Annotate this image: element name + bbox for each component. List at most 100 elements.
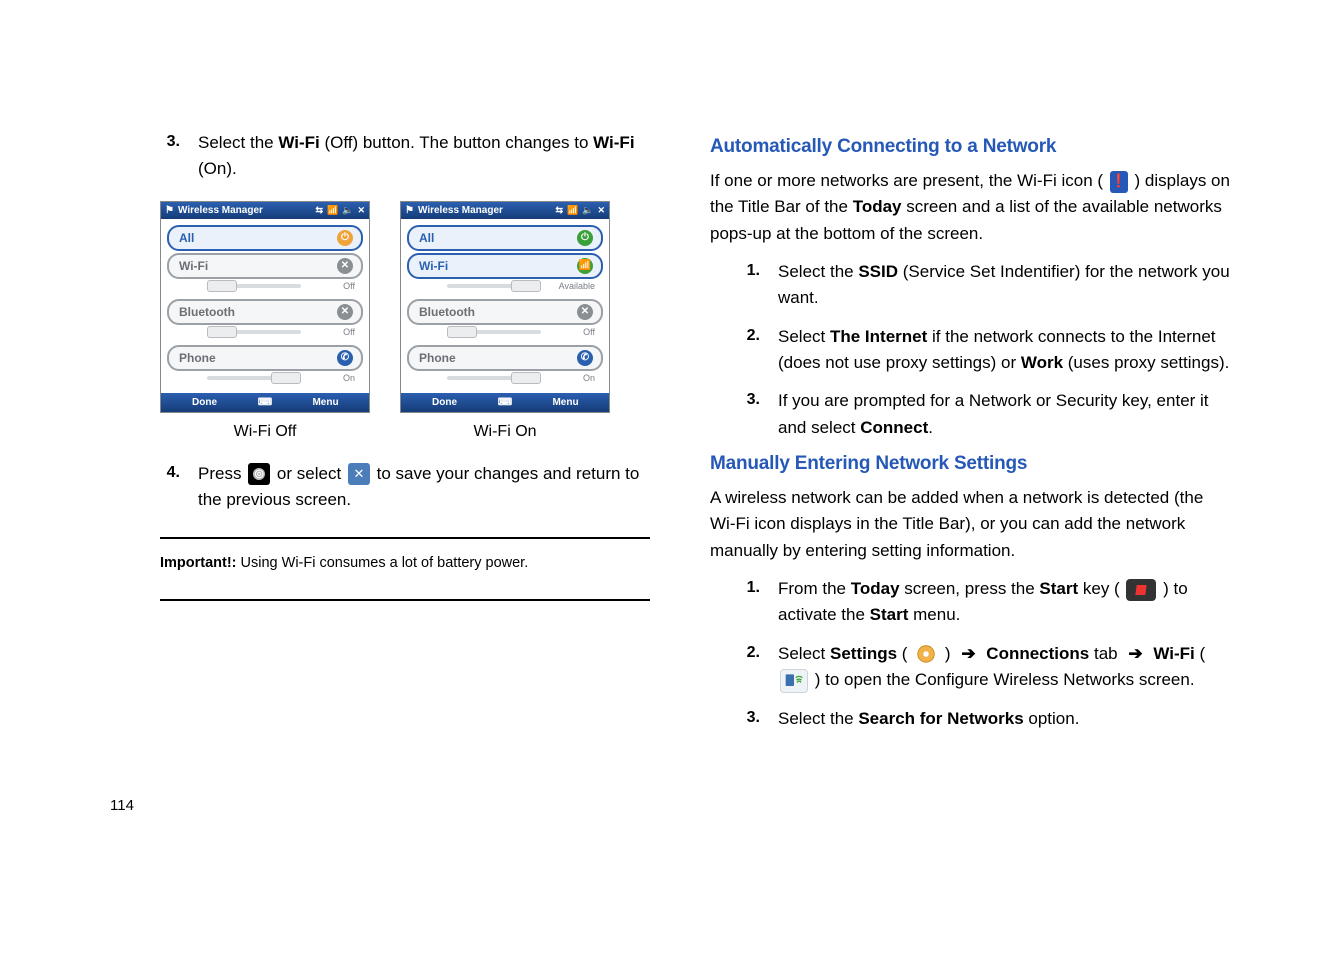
slider-label: On (547, 373, 595, 383)
menu-button[interactable]: Menu (522, 393, 609, 412)
bt-slider[interactable]: Off (415, 327, 595, 337)
text: tab (1089, 644, 1117, 663)
text: or select (277, 464, 346, 483)
phone-title-bar: ⚑Wireless Manager ⇆ 📶 🔈 ✕ (161, 202, 369, 219)
important-label: Important!: (160, 555, 237, 571)
label: Wi-Fi (179, 259, 208, 273)
slider-label: Off (307, 327, 355, 337)
bt-slider[interactable]: Off (175, 327, 355, 337)
step-number: 2. (740, 324, 760, 377)
wifi-label: Wi-Fi (1153, 644, 1194, 663)
text: screen, press the (900, 579, 1040, 598)
phone-slider[interactable]: On (415, 373, 595, 383)
today-label: Today (851, 579, 900, 598)
phone-screenshot-off: ⚑Wireless Manager ⇆ 📶 🔈 ✕ All ⏻ Wi-Fi ✕ (160, 201, 370, 413)
keyboard-icon[interactable]: ⌨ (488, 393, 522, 412)
bluetooth-button[interactable]: Bluetooth ✕ (407, 299, 603, 325)
text: Select (778, 327, 830, 346)
close-icon: ✕ (597, 205, 605, 216)
step-4: 4. Press ⊚ or select ✕ to save your chan… (160, 461, 650, 514)
label: Phone (419, 351, 456, 365)
menu-button[interactable]: Menu (282, 393, 369, 412)
label: Bluetooth (419, 305, 475, 319)
keyboard-icon[interactable]: ⌨ (248, 393, 282, 412)
text: Select the (198, 133, 278, 152)
phone-slider[interactable]: On (175, 373, 355, 383)
step-body: Select The Internet if the network conne… (778, 324, 1230, 377)
arrow-icon: ➔ (961, 641, 975, 667)
manual-step-1: 1. From the Today screen, press the Star… (740, 576, 1230, 629)
paragraph: A wireless network can be added when a n… (710, 485, 1230, 564)
step-number: 3. (160, 130, 180, 183)
step-body: Select Settings ( ) ➔ Connections tab ➔ … (778, 641, 1230, 694)
today-label: Today (853, 197, 902, 216)
phone-button[interactable]: Phone ✆ (407, 345, 603, 371)
screenshot-row: ⚑Wireless Manager ⇆ 📶 🔈 ✕ All ⏻ Wi-Fi ✕ (160, 201, 650, 413)
step-number: 3. (740, 706, 760, 732)
arrow-icon: ➔ (1128, 641, 1142, 667)
page-number: 114 (110, 797, 134, 814)
wifi-button[interactable]: Wi-Fi ✕ (167, 253, 363, 279)
text: If you are prompted for a Network or Sec… (778, 391, 1209, 436)
auto-step-2: 2. Select The Internet if the network co… (740, 324, 1230, 377)
flag-icon: ⚑ (165, 205, 174, 216)
wifi-on-icon: 📶 (577, 258, 593, 274)
slider-label: On (307, 373, 355, 383)
slider-label: Off (307, 281, 355, 291)
done-button[interactable]: Done (161, 393, 248, 412)
text: ( (1195, 644, 1205, 663)
done-button[interactable]: Done (401, 393, 488, 412)
phone-button[interactable]: Phone ✆ (167, 345, 363, 371)
text: Press (198, 464, 246, 483)
connections-label: Connections (986, 644, 1089, 663)
phone-footer: Done ⌨ Menu (161, 393, 369, 412)
step-number: 4. (160, 461, 180, 514)
step-3: 3. Select the Wi-Fi (Off) button. The bu… (160, 130, 650, 183)
ssid-label: SSID (858, 262, 898, 281)
slider-label: Off (547, 327, 595, 337)
step-number: 3. (740, 388, 760, 441)
phone-footer: Done ⌨ Menu (401, 393, 609, 412)
step-body: Select the Search for Networks option. (778, 706, 1230, 732)
heading-manual: Manually Entering Network Settings (710, 453, 1230, 475)
text: ) to open the Configure Wireless Network… (815, 670, 1195, 689)
divider (160, 537, 650, 539)
all-button[interactable]: All ⏻ (167, 225, 363, 251)
wifi-alert-icon: ❗ (1110, 171, 1128, 193)
start-key-icon (1126, 579, 1156, 601)
step-number: 2. (740, 641, 760, 694)
bluetooth-icon: ✕ (337, 304, 353, 320)
settings-icon (914, 642, 938, 666)
heading-auto-connect: Automatically Connecting to a Network (710, 136, 1230, 158)
sync-icon: ⇆ (315, 205, 323, 216)
start-menu-label: Start (870, 605, 909, 624)
caption-off: Wi-Fi Off (160, 423, 370, 441)
phone-title: Wireless Manager (418, 205, 503, 216)
label: Bluetooth (179, 305, 235, 319)
close-icon: ✕ (357, 205, 365, 216)
wifi-slider[interactable]: Available (415, 281, 595, 291)
ok-key-icon: ⊚ (248, 463, 270, 485)
step-body: Press ⊚ or select ✕ to save your changes… (198, 461, 650, 514)
flag-icon: ⚑ (405, 205, 414, 216)
text: Select the (778, 262, 858, 281)
text: (uses proxy settings). (1063, 353, 1229, 372)
work-label: Work (1021, 353, 1063, 372)
step-number: 1. (740, 259, 760, 312)
internet-label: The Internet (830, 327, 927, 346)
settings-label: Settings (830, 644, 897, 663)
wifi-button[interactable]: Wi-Fi 📶 (407, 253, 603, 279)
text: key ( (1078, 579, 1120, 598)
bluetooth-button[interactable]: Bluetooth ✕ (167, 299, 363, 325)
manual-step-2: 2. Select Settings ( ) ➔ Connections tab… (740, 641, 1230, 694)
all-button[interactable]: All ⏻ (407, 225, 603, 251)
power-icon: ⏻ (577, 230, 593, 246)
label: All (419, 231, 434, 245)
sound-icon: 🔈 (342, 205, 353, 216)
close-x-icon: ✕ (348, 463, 370, 485)
wifi-slider[interactable]: Off (175, 281, 355, 291)
text: Select (778, 644, 830, 663)
step-body: Select the SSID (Service Set Indentifier… (778, 259, 1230, 312)
caption-on: Wi-Fi On (400, 423, 610, 441)
step-body: Select the Wi-Fi (Off) button. The butto… (198, 130, 650, 183)
